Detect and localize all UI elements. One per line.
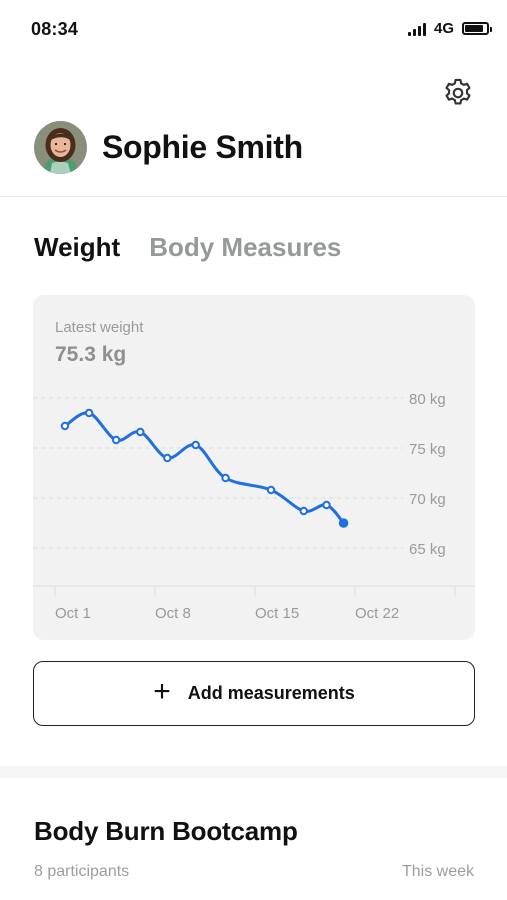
header-divider [0, 196, 507, 197]
data-point[interactable] [111, 435, 121, 445]
network-type: 4G [433, 20, 454, 37]
data-point[interactable] [60, 421, 70, 431]
weight-line-chart: 80 kg 75 kg 70 kg 65 kg Oct 1 Oct 8 Oct 15 Oct … [33, 391, 475, 622]
battery-level [465, 25, 483, 32]
y-tick-label: 65 kg [409, 541, 446, 558]
weight-chart-card: Latest weight 75.3 kg 80 kg 75 kg 70 kg 65 … [33, 295, 475, 640]
tab-bar: Weight Body Measures [34, 232, 341, 263]
data-point[interactable] [191, 440, 200, 450]
settings-button[interactable] [440, 75, 476, 111]
status-bar: 08:34 4G [0, 0, 507, 58]
profile-header: Sophie Smith [34, 121, 303, 174]
y-tick-label: 80 kg [409, 391, 446, 408]
program-period: This week [401, 863, 474, 880]
status-time: 08:34 [31, 19, 79, 39]
x-tick-label: Oct 1 [55, 605, 91, 622]
data-point[interactable] [266, 485, 276, 495]
avatar[interactable] [34, 121, 87, 174]
gear-icon [445, 78, 471, 105]
tab-weight[interactable]: Weight [34, 232, 120, 263]
y-tick-label: 75 kg [409, 441, 446, 458]
user-name: Sophie Smith [102, 129, 303, 165]
status-icons: 4G [407, 20, 492, 37]
section-separator [0, 766, 507, 778]
data-point[interactable] [221, 473, 230, 483]
data-point[interactable] [84, 408, 94, 418]
user-avatar-photo [34, 121, 87, 174]
y-tick-label: 70 kg [409, 491, 446, 508]
data-point[interactable] [136, 427, 145, 437]
latest-data-point[interactable] [338, 518, 349, 528]
data-point[interactable] [299, 506, 308, 516]
add-measurements-label: Add measurements [187, 683, 355, 703]
x-tick-label: Oct 8 [155, 605, 191, 622]
x-tick-label: Oct 22 [355, 605, 399, 622]
program-participants: 8 participants [34, 863, 130, 880]
x-tick-label: Oct 15 [255, 605, 299, 622]
add-measurements-button[interactable]: + Add measurements [33, 661, 475, 726]
tab-body-measures[interactable]: Body Measures [149, 232, 341, 263]
weight-series-line [63, 411, 346, 525]
plus-icon: + [153, 675, 171, 708]
data-point[interactable] [322, 500, 331, 510]
data-point[interactable] [163, 453, 172, 463]
program-title[interactable]: Body Burn Bootcamp [34, 816, 298, 847]
battery-icon [462, 22, 492, 35]
cellular-signal-icon [407, 22, 426, 36]
